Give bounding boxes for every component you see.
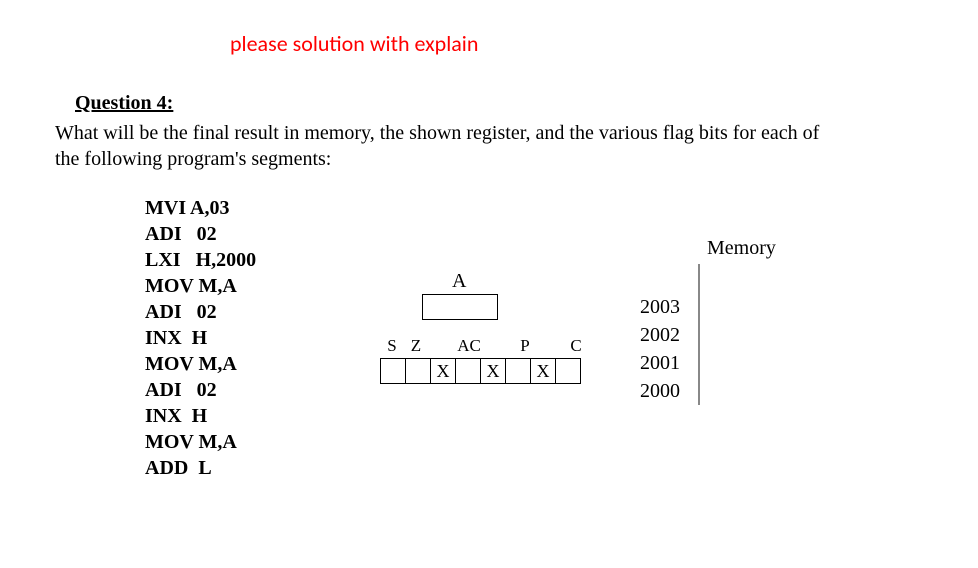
memory-address: 2003	[640, 293, 680, 321]
flag-label-x2	[486, 336, 512, 356]
accumulator-box	[422, 294, 498, 320]
flag-label-c: C	[564, 336, 588, 356]
flag-box-z	[405, 358, 431, 384]
memory-cell	[699, 293, 700, 321]
accumulator-label: A	[452, 270, 466, 293]
flag-box-c	[555, 358, 581, 384]
program-line: MOV M,A	[145, 351, 256, 377]
flag-box-x2: X	[480, 358, 506, 384]
flag-box-p	[505, 358, 531, 384]
program-line: INX H	[145, 403, 256, 429]
program-line: ADI 02	[145, 377, 256, 403]
question-header: Question 4:	[75, 92, 173, 115]
flag-box-s	[380, 358, 406, 384]
flag-label-x3	[538, 336, 564, 356]
flag-label-x1	[428, 336, 452, 356]
flag-label-p: P	[512, 336, 538, 356]
program-listing: MVI A,03 ADI 02 LXI H,2000 MOV M,A ADI 0…	[145, 195, 256, 481]
flag-box-x3: X	[530, 358, 556, 384]
program-line: LXI H,2000	[145, 247, 256, 273]
memory-address: 2000	[640, 377, 680, 405]
flag-label-z: Z	[404, 336, 428, 356]
instruction-note: please solution with explain	[230, 30, 478, 57]
memory-address: 2002	[640, 321, 680, 349]
memory-cell	[699, 377, 700, 405]
program-line: MVI A,03	[145, 195, 256, 221]
memory-cell	[699, 265, 700, 293]
memory-cell	[699, 321, 700, 349]
program-line: MOV M,A	[145, 429, 256, 455]
memory-address: 2001	[640, 349, 680, 377]
memory-label: Memory	[707, 237, 776, 260]
memory-addresses: 2003 2002 2001 2000	[640, 293, 680, 405]
flag-box-ac	[455, 358, 481, 384]
program-line: ADI 02	[145, 299, 256, 325]
flag-box-x1: X	[430, 358, 456, 384]
question-text: What will be the final result in memory,…	[55, 120, 835, 172]
flag-labels-row: S Z AC P C	[380, 336, 588, 356]
flag-label-ac: AC	[452, 336, 486, 356]
program-line: MOV M,A	[145, 273, 256, 299]
flag-boxes-row: X X X	[380, 358, 580, 384]
flag-label-s: S	[380, 336, 404, 356]
program-line: ADI 02	[145, 221, 256, 247]
program-line: ADD L	[145, 455, 256, 481]
memory-cell	[699, 349, 700, 377]
program-line: INX H	[145, 325, 256, 351]
memory-table	[698, 264, 700, 405]
